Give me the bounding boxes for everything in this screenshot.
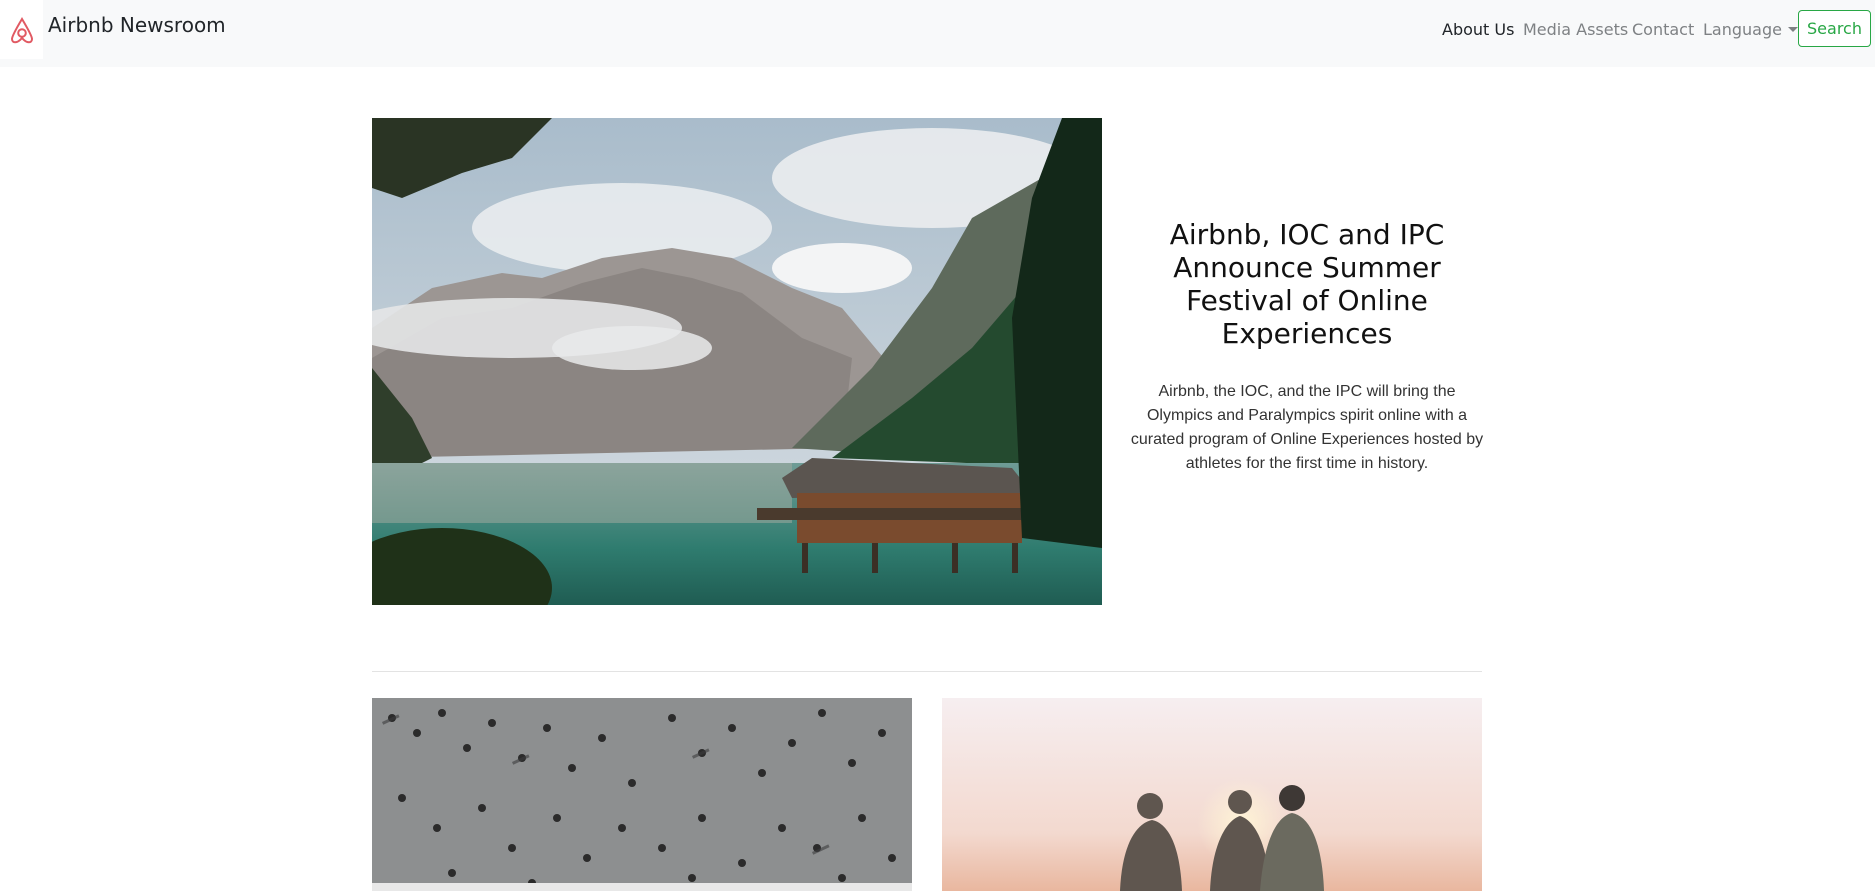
nav-link-about-us[interactable]: About Us (1442, 19, 1514, 41)
nav-link-language-label: Language (1703, 20, 1782, 39)
hero-description: Airbnb, the IOC, and the IPC will bring … (1130, 383, 1484, 472)
nav-dropdown-language[interactable]: Language (1703, 19, 1798, 41)
nav-link-contact[interactable]: Contact (1632, 19, 1694, 41)
hero-image[interactable] (372, 118, 1102, 605)
section-divider (372, 671, 1482, 672)
chevron-down-icon (1787, 26, 1798, 32)
hero-title[interactable]: Airbnb, IOC and IPC Announce Summer Fest… (1128, 218, 1486, 350)
mountain-lake-cabin-photo (372, 118, 1102, 605)
search-button[interactable]: Search (1798, 10, 1871, 47)
article-card-image-friends[interactable] (942, 698, 1482, 891)
friends-hugging-sunset-photo (942, 698, 1482, 891)
navbar-brand[interactable]: Airbnb Newsroom (48, 13, 226, 37)
top-navbar: Airbnb Newsroom About Us Media Assets Co… (0, 0, 1875, 67)
airbnb-logo-icon[interactable] (0, 0, 43, 59)
crowd-crossing-street-photo (372, 698, 912, 891)
hero-article: Airbnb, IOC and IPC Announce Summer Fest… (1128, 218, 1486, 476)
nav-link-media-assets[interactable]: Media Assets (1523, 19, 1628, 41)
article-card-image-crowd[interactable] (372, 698, 912, 891)
